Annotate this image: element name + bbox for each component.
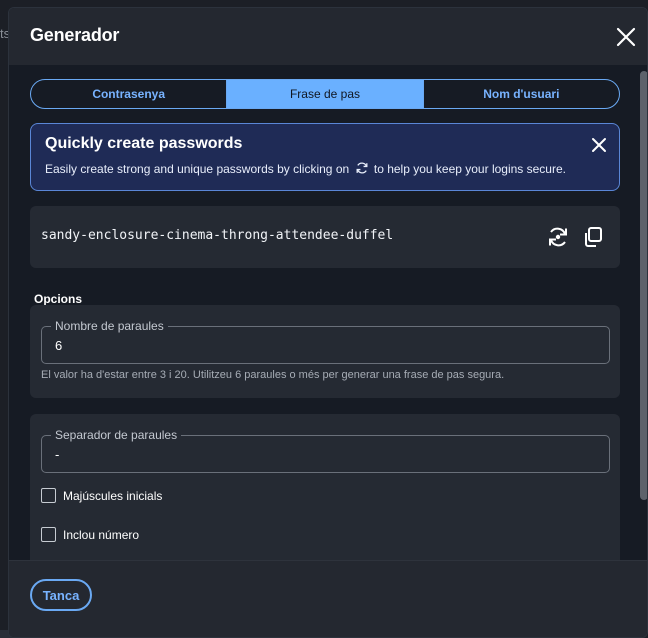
include-number-label: Inclou número <box>63 527 140 542</box>
dialog-body: Contrasenya Frase de pas Nom d'usuari Qu… <box>9 65 647 560</box>
include-number-checkbox[interactable] <box>41 527 56 542</box>
separator-legend: Separador de paraules <box>51 428 182 442</box>
num-words-card: Nombre de paraules 6 El valor ha d'estar… <box>30 305 620 398</box>
tab-passphrase[interactable]: Frase de pas <box>226 80 424 108</box>
callout-title: Quickly create passwords <box>45 135 243 152</box>
generated-passphrase: sandy-enclosure-cinema-throng-attendee-d… <box>41 228 394 243</box>
callout-close-icon[interactable] <box>590 136 608 154</box>
regenerate-icon[interactable] <box>546 225 570 249</box>
separator-options-card: Separador de paraules - Majúscules inici… <box>30 414 620 560</box>
generator-type-tabs: Contrasenya Frase de pas Nom d'usuari <box>30 79 620 109</box>
include-number-option[interactable]: Inclou número <box>41 527 139 542</box>
dialog-title: Generador <box>30 25 120 45</box>
num-words-value[interactable]: 6 <box>55 338 62 353</box>
close-button[interactable]: Tanca <box>30 579 92 611</box>
num-words-hint: El valor ha d'estar entre 3 i 20. Utilit… <box>41 369 505 381</box>
copy-icon[interactable] <box>581 225 605 249</box>
capitalize-checkbox[interactable] <box>41 488 56 503</box>
tab-password[interactable]: Contrasenya <box>31 80 226 108</box>
capitalize-option[interactable]: Majúscules inicials <box>41 488 162 503</box>
callout-text-after: to help you keep your logins secure. <box>373 162 566 176</box>
num-words-field[interactable]: Nombre de paraules 6 <box>41 319 610 364</box>
dialog-header: Generador <box>9 8 647 65</box>
info-callout: Quickly create passwords Easily create s… <box>30 123 620 191</box>
close-icon[interactable] <box>615 26 637 48</box>
options-label: Opcions <box>34 292 83 306</box>
dialog-footer: Tanca <box>9 560 647 637</box>
tab-username[interactable]: Nom d'usuari <box>424 80 619 108</box>
scrollbar-thumb[interactable] <box>640 71 647 500</box>
refresh-icon <box>356 162 367 174</box>
separator-field[interactable]: Separador de paraules - <box>41 428 610 473</box>
num-words-legend: Nombre de paraules <box>51 319 168 333</box>
separator-value[interactable]: - <box>55 447 59 462</box>
callout-text-before: Easily create strong and unique password… <box>45 162 350 176</box>
callout-text: Easily create strong and unique password… <box>45 161 566 176</box>
capitalize-label: Majúscules inicials <box>63 488 163 503</box>
generator-dialog: Generador Contrasenya Frase de pas Nom d… <box>8 7 648 638</box>
generated-passphrase-card: sandy-enclosure-cinema-throng-attendee-d… <box>30 206 620 268</box>
